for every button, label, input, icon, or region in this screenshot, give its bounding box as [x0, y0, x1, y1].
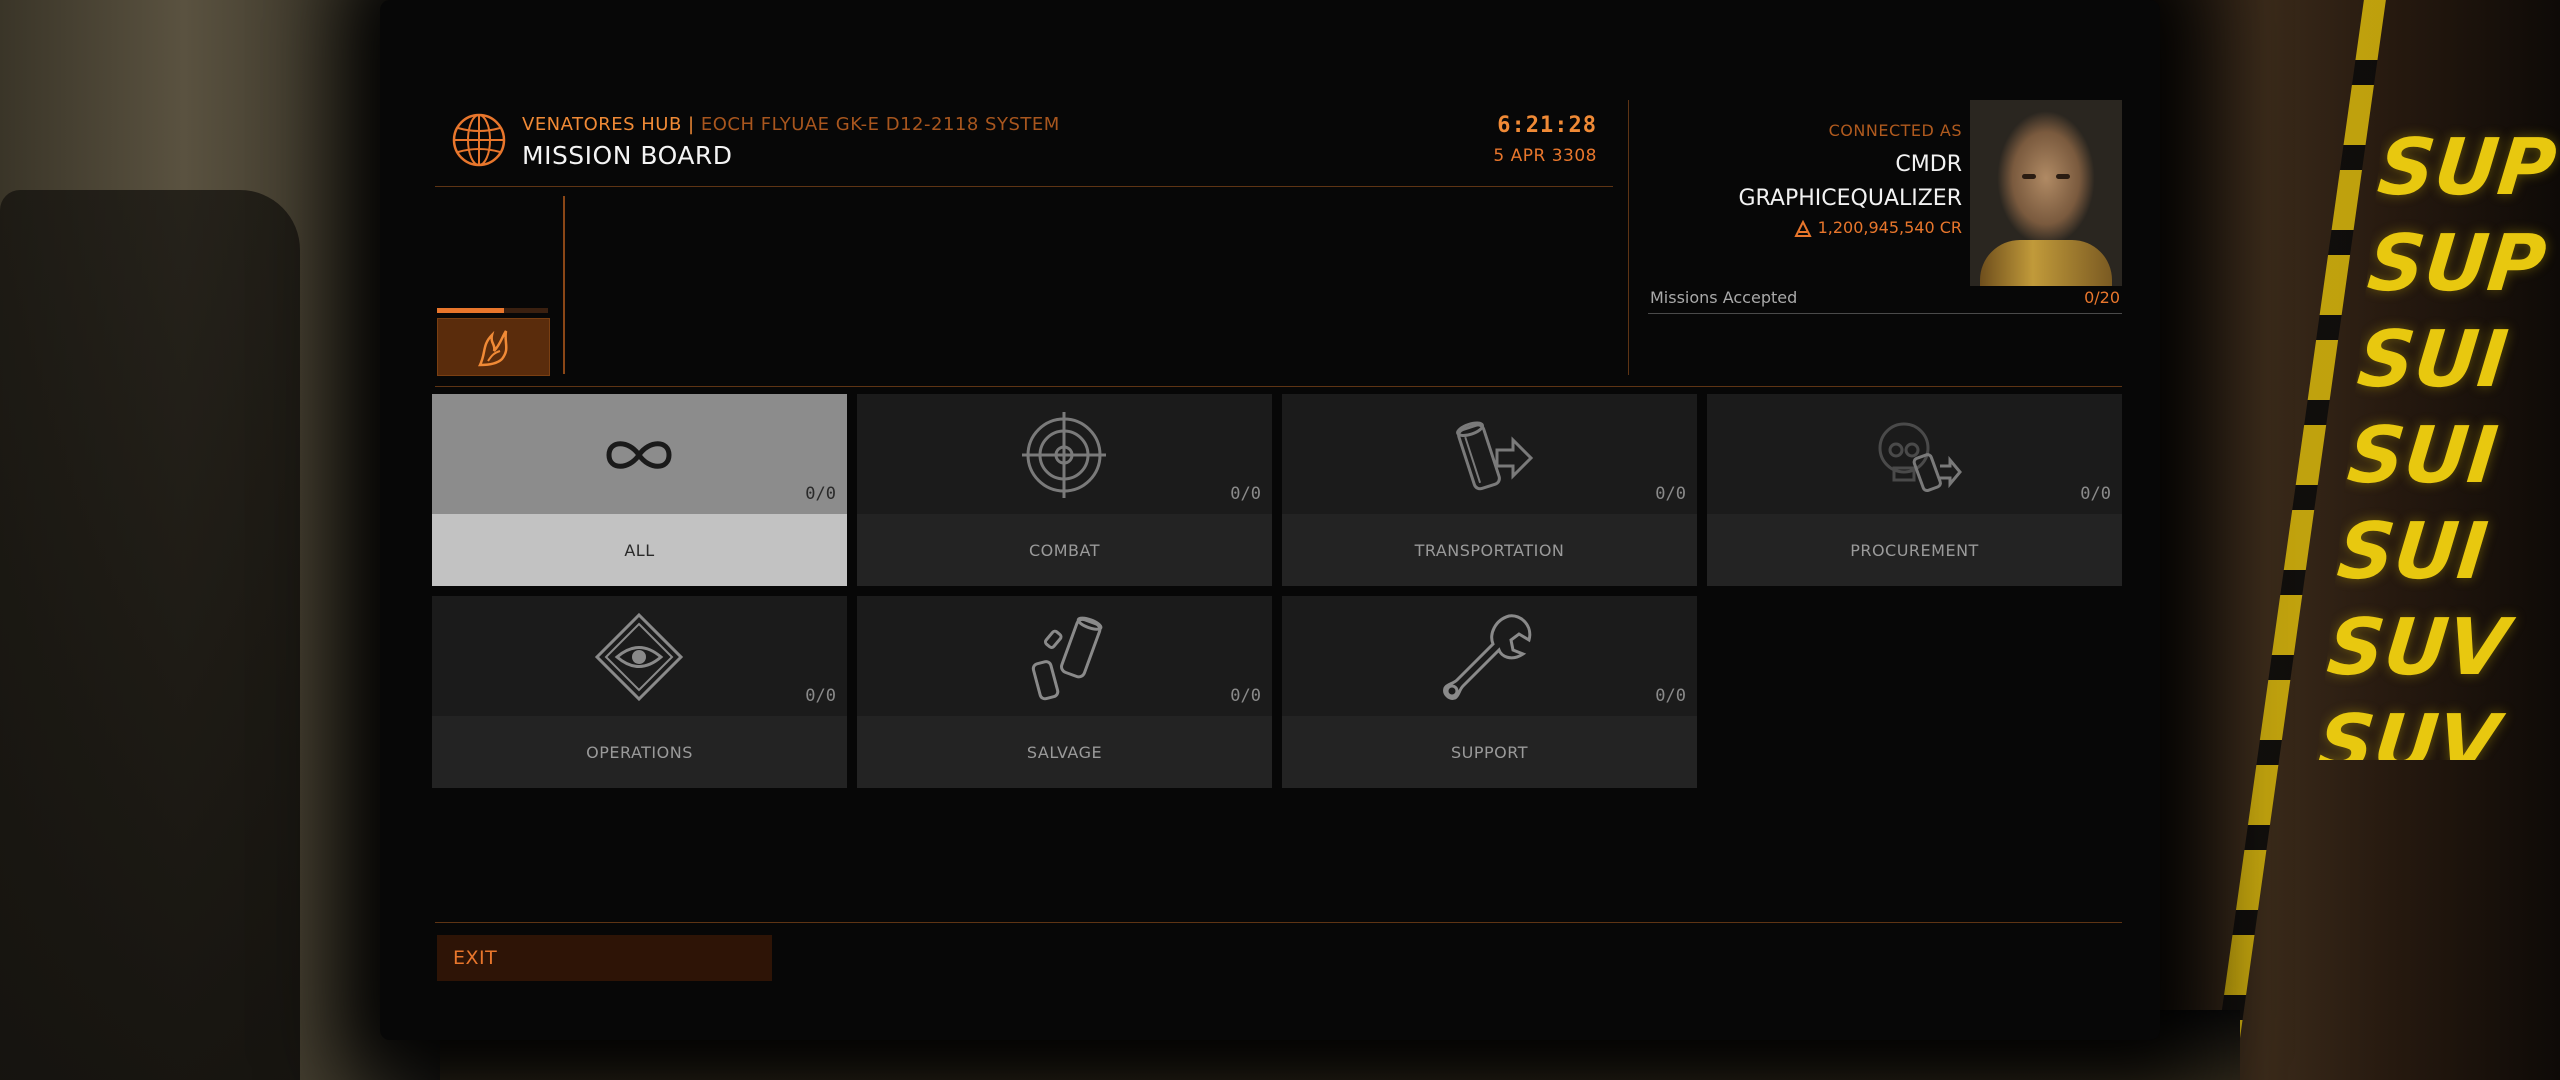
tile-count: 0/0: [805, 686, 836, 706]
wrench-icon: [1443, 614, 1532, 700]
neon-sign-word: SUP: [2373, 123, 2560, 213]
credits-icon: [1793, 219, 1812, 237]
neon-sign-word: SUV: [2323, 603, 2513, 693]
clock: 6:21:28: [1497, 113, 1597, 138]
cmdr-label: CMDR: [1895, 152, 1962, 177]
avatar-eye: [2056, 174, 2070, 179]
tile-count: 0/0: [805, 484, 836, 504]
tile-label: OPERATIONS: [432, 716, 847, 788]
page-title: MISSION BOARD: [522, 141, 733, 170]
location-line: VENATORES HUB | EOCH FLYUAE GK-E D12-211…: [522, 114, 1060, 135]
tile-icon-area: 0/0: [857, 394, 1272, 514]
station-name: VENATORES HUB: [522, 114, 682, 135]
skull-cargo-icon: [1878, 422, 1962, 493]
missions-divider: [1648, 313, 2122, 314]
tile-label: SALVAGE: [857, 716, 1272, 788]
category-tile-combat[interactable]: 0/0 COMBAT: [857, 394, 1272, 586]
category-tile-transportation[interactable]: 0/0 TRANSPORTATION: [1282, 394, 1697, 586]
tile-icon-area: 0/0: [1282, 394, 1697, 514]
missions-accepted-label: Missions Accepted: [1650, 288, 1798, 307]
category-tile-all[interactable]: 0/0 ALL: [432, 394, 847, 586]
missions-accepted-count: 0/20: [2084, 288, 2120, 307]
connected-as-label: CONNECTED AS: [1828, 121, 1962, 140]
tile-icon-area: 0/0: [432, 394, 847, 514]
commander-avatar[interactable]: [1970, 100, 2122, 286]
tile-icon-area: 0/0: [1707, 394, 2122, 514]
tile-count: 0/0: [1230, 484, 1261, 504]
footer-divider: [435, 922, 2122, 923]
header-divider: [435, 186, 1613, 187]
neon-sign-word: SUP: [2363, 219, 2550, 309]
category-tile-operations[interactable]: 0/0 OPERATIONS: [432, 596, 847, 788]
tile-icon-area: 0/0: [1282, 596, 1697, 716]
neon-sign-word: SUV: [2316, 699, 2503, 760]
neon-sign-word: SUI: [2333, 507, 2492, 597]
tile-count: 0/0: [2080, 484, 2111, 504]
faction-progress-fill: [437, 308, 504, 313]
cargo-transport-icon: [1456, 421, 1534, 491]
globe-icon: [452, 113, 506, 167]
faction-emblem-icon: [477, 330, 508, 367]
tile-count: 0/0: [1655, 484, 1686, 504]
tile-label: COMBAT: [857, 514, 1272, 586]
commander-divider: [1628, 100, 1629, 375]
date: 5 APR 3308: [1493, 146, 1597, 166]
tile-label: TRANSPORTATION: [1282, 514, 1697, 586]
tile-label: SUPPORT: [1282, 716, 1697, 788]
tile-count: 0/0: [1230, 686, 1261, 706]
credits-value: 1,200,945,540 CR: [1817, 218, 1962, 237]
category-tile-support[interactable]: 0/0 SUPPORT: [1282, 596, 1697, 788]
tile-label: PROCUREMENT: [1707, 514, 2122, 586]
avatar-eye: [2022, 174, 2036, 179]
system-name: EOCH FLYUAE GK-E D12-2118 SYSTEM: [700, 114, 1060, 135]
background-shadow: [0, 190, 300, 1080]
neon-sign-word: SUI: [2353, 315, 2512, 405]
exit-button[interactable]: EXIT: [437, 935, 772, 981]
infinity-icon: [606, 441, 672, 469]
tile-icon-area: 0/0: [432, 596, 847, 716]
tile-label: ALL: [432, 514, 847, 586]
crosshair-icon: [1022, 412, 1106, 498]
faction-tab[interactable]: [437, 318, 550, 376]
faction-divider: [563, 196, 565, 374]
location-separator: |: [681, 114, 701, 135]
content-divider: [435, 386, 2122, 387]
avatar-shoulders: [1980, 240, 2112, 286]
eye-diamond-icon: [594, 612, 684, 702]
tile-count: 0/0: [1655, 686, 1686, 706]
neon-sign-word: SUI: [2343, 411, 2502, 501]
commander-name: GRAPHICEQUALIZER: [1738, 186, 1962, 211]
category-tile-salvage[interactable]: 0/0 SALVAGE: [857, 596, 1272, 788]
category-tile-procurement[interactable]: 0/0 PROCUREMENT: [1707, 394, 2122, 586]
credits-balance: 1,200,945,540 CR: [1793, 218, 1962, 238]
tile-icon-area: 0/0: [857, 596, 1272, 716]
salvage-canisters-icon: [1031, 616, 1103, 701]
